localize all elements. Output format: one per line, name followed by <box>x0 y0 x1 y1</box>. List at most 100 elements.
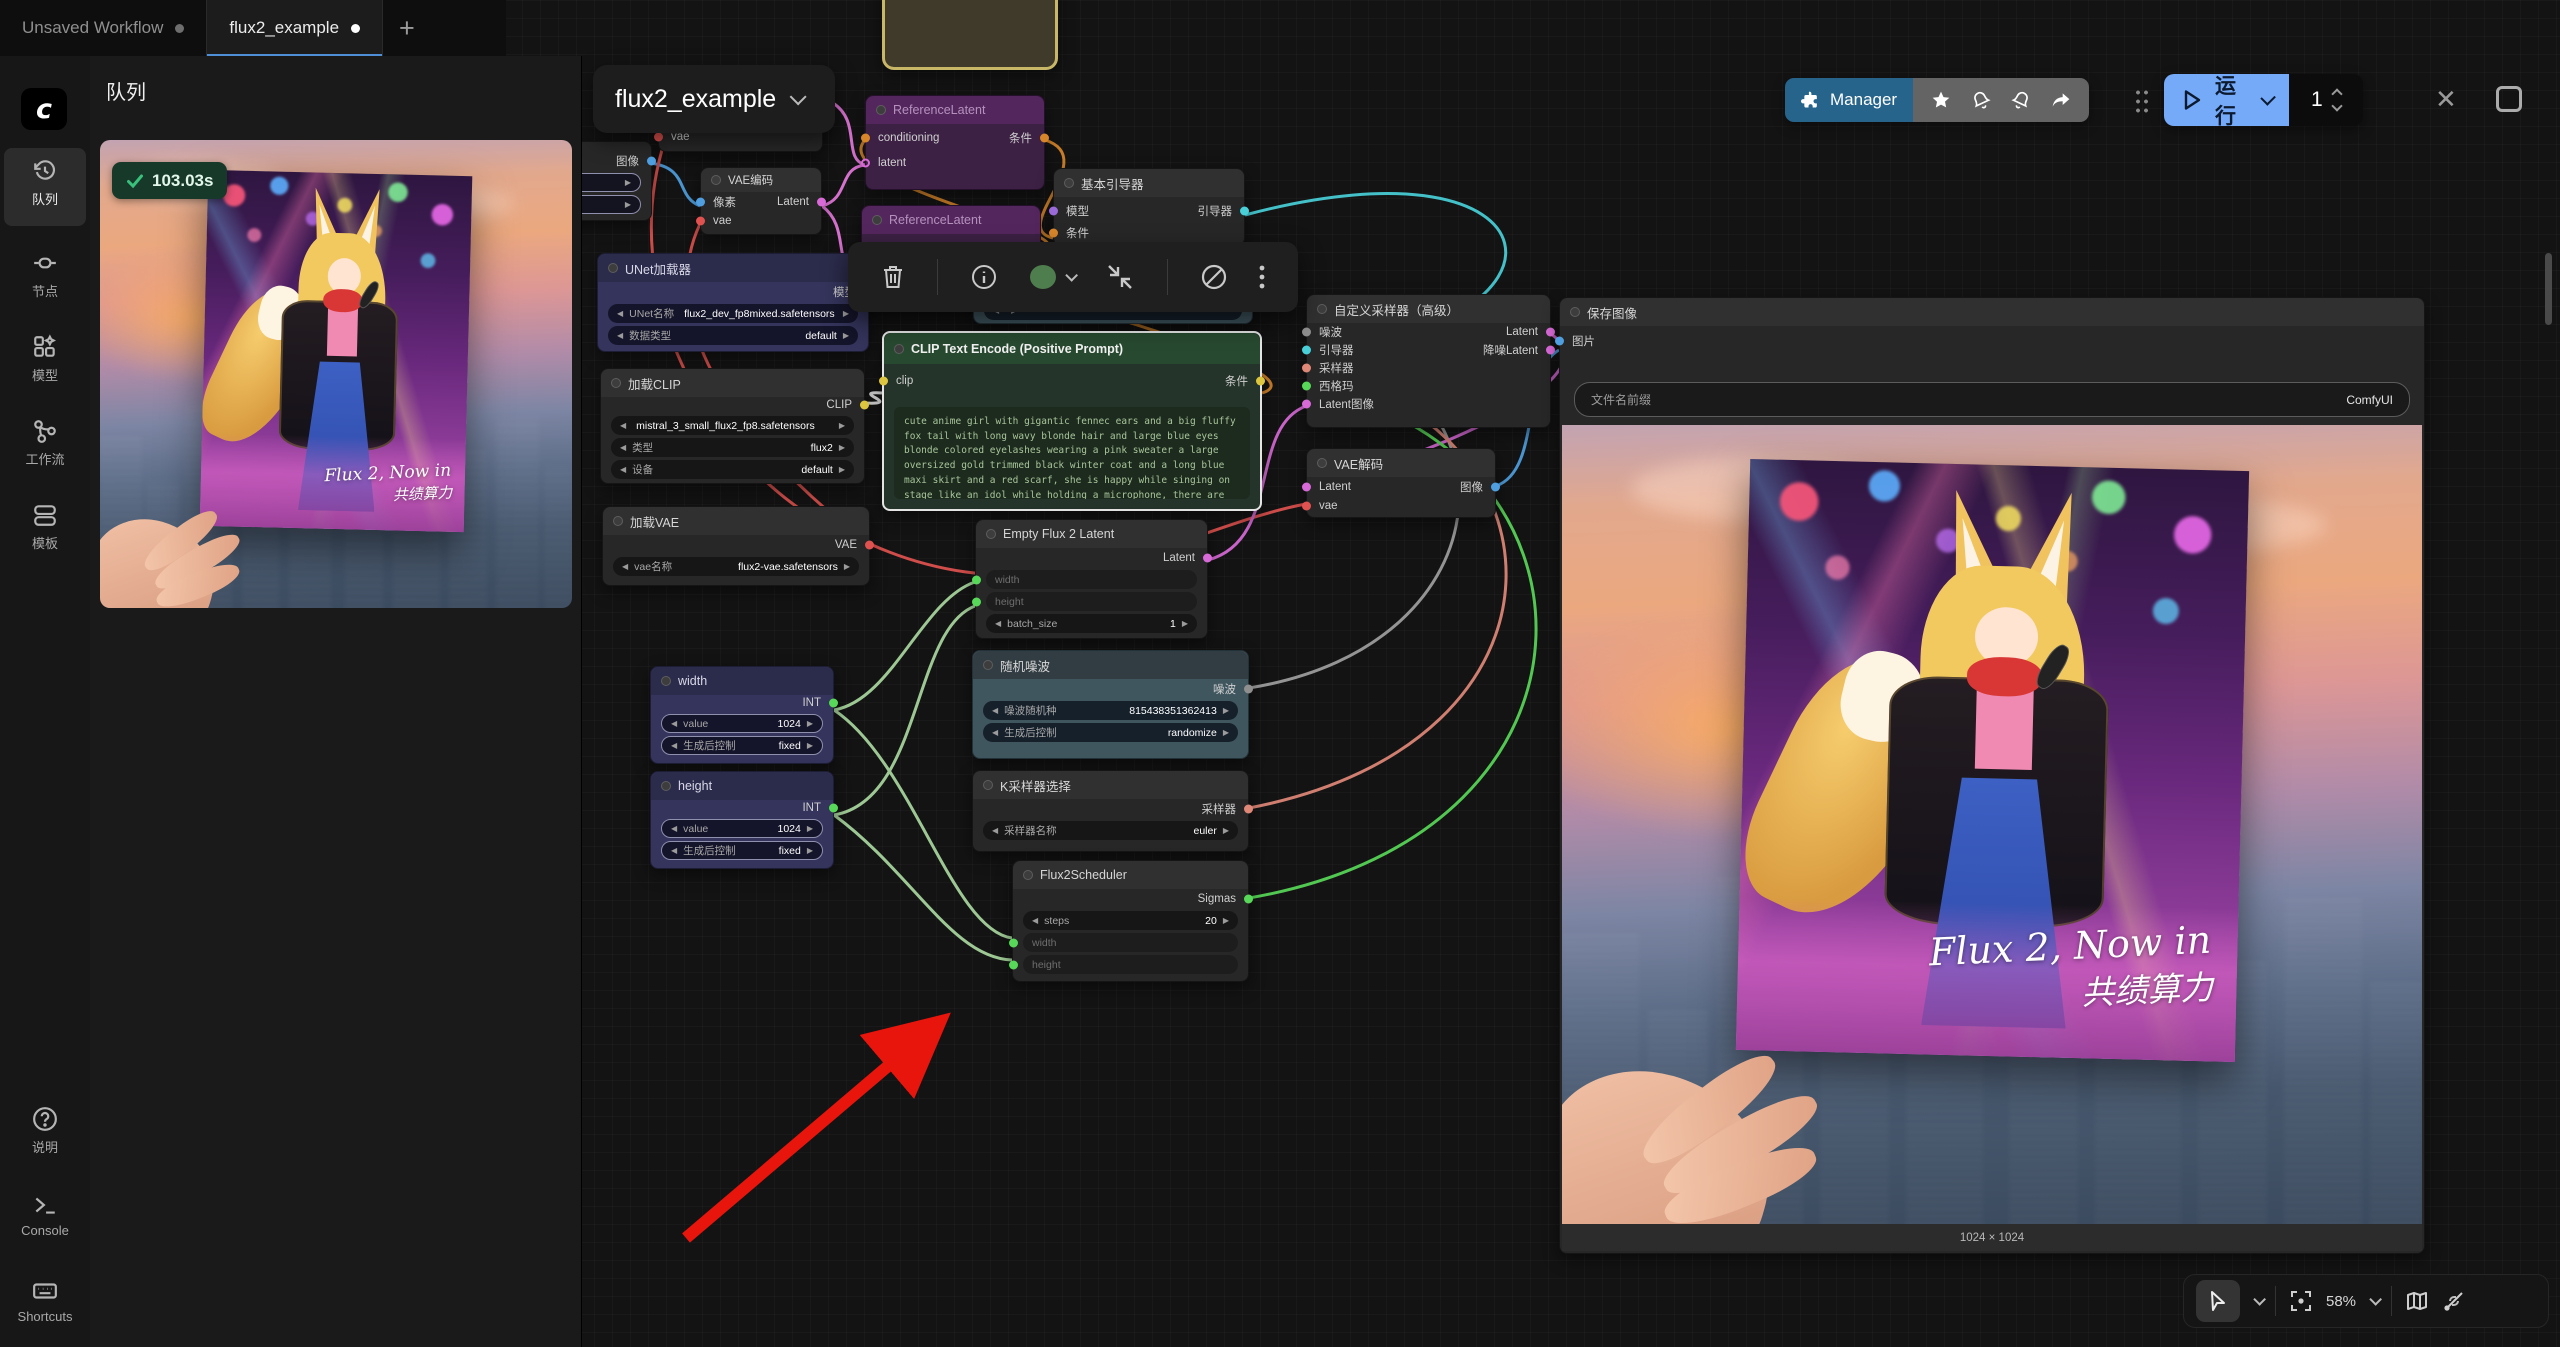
widget-prev-icon[interactable] <box>671 824 677 833</box>
workflow-name-dropdown[interactable]: flux2_example <box>593 65 835 133</box>
port-cond-in[interactable] <box>1049 228 1058 237</box>
node-height[interactable]: height INT value 1024 生成后控制 fixed <box>650 771 834 869</box>
port-latent-out[interactable] <box>1203 553 1212 562</box>
new-tab-button[interactable]: + <box>383 0 431 56</box>
drag-handle-icon[interactable] <box>2134 88 2150 114</box>
widget-filename-prefix[interactable]: 文件名前缀 ComfyUI <box>1574 382 2410 417</box>
port-clip-in[interactable] <box>879 377 888 386</box>
widget-sampler-name[interactable]: 采样器名称 euler <box>983 821 1238 840</box>
sidebar-item-models[interactable]: 模型 <box>4 324 86 398</box>
node-ksampler-select[interactable]: K采样器选择 采样器 采样器名称 euler <box>972 770 1249 852</box>
widget-unet-name[interactable]: UNet名称 flux2_dev_fp8mixed.safetensors <box>608 304 858 323</box>
port-height-in[interactable] <box>1009 960 1018 969</box>
minimap-icon[interactable] <box>2405 1289 2429 1313</box>
port-cond-out[interactable] <box>1256 377 1265 386</box>
widget-prev-icon[interactable] <box>617 331 623 340</box>
widget-clip-type[interactable]: 类型 flux2 <box>611 438 854 457</box>
widget-control[interactable]: 生成后控制 fixed <box>661 736 823 755</box>
sidebar-item-console[interactable]: Console <box>4 1182 86 1256</box>
sidebar-item-nodes[interactable]: 节点 <box>4 240 86 314</box>
delete-node-button[interactable] <box>881 264 905 290</box>
node-vae-loader[interactable]: 加载VAE VAE vae名称 flux2-vae.safetensors <box>602 506 870 586</box>
widget-next-icon[interactable] <box>625 178 631 187</box>
widget-steps[interactable]: steps 20 <box>1023 911 1238 930</box>
widget-prev-icon[interactable] <box>617 309 623 318</box>
port-pixels-in[interactable] <box>696 197 705 206</box>
sidebar-item-shortcuts[interactable]: Shortcuts <box>4 1268 86 1342</box>
widget-prev-icon[interactable] <box>622 562 628 571</box>
cursor-tool-button[interactable] <box>2196 1280 2240 1322</box>
port-sampler-in[interactable] <box>1302 364 1311 373</box>
widget-next-icon[interactable] <box>625 200 631 209</box>
node-random-noise[interactable]: 随机噪波 噪波 噪波随机种 815438351362413 生成后控制 rand… <box>972 650 1249 759</box>
widget-next-icon[interactable] <box>807 741 813 750</box>
more-options-button[interactable] <box>1259 264 1265 290</box>
widget-prev-icon[interactable] <box>671 741 677 750</box>
stepper-arrows-icon[interactable] <box>2333 90 2341 110</box>
queue-result-thumbnail[interactable]: Flux 2, Now in 共绩算力 103.03s <box>100 140 572 608</box>
widget-next-icon[interactable] <box>843 309 849 318</box>
chevron-down-icon[interactable] <box>2253 1293 2266 1306</box>
stop-icon[interactable] <box>2496 86 2522 112</box>
widget-dtype[interactable]: 数据类型 default <box>608 326 858 345</box>
node-empty-latent[interactable]: Empty Flux 2 Latent Latent width height … <box>975 519 1208 639</box>
port-image-out[interactable] <box>1491 482 1500 491</box>
close-icon[interactable]: ✕ <box>2435 84 2457 115</box>
widget-prev-icon[interactable] <box>992 826 998 835</box>
chevron-down-icon[interactable] <box>2369 1293 2382 1306</box>
sidebar-item-help[interactable]: 说明 <box>4 1096 86 1170</box>
port-model-in[interactable] <box>1049 206 1058 215</box>
port-image-out[interactable] <box>647 156 656 165</box>
node-reference-latent-1[interactable]: ReferenceLatent conditioning 条件 latent <box>865 95 1045 190</box>
bypass-node-button[interactable] <box>1201 264 1227 290</box>
widget-prev-icon[interactable] <box>620 443 626 452</box>
prompt-textarea[interactable]: cute anime girl with gigantic fennec ear… <box>894 407 1250 499</box>
input-height[interactable]: height <box>1023 955 1238 974</box>
node-width[interactable]: width INT value 1024 生成后控制 fixed <box>650 666 834 764</box>
port-sigmas-out[interactable] <box>1244 894 1253 903</box>
links-toggle-icon[interactable] <box>2442 1289 2466 1313</box>
sidebar-item-workflows[interactable]: 工作流 <box>4 408 86 482</box>
node-vae-decode[interactable]: VAE解码 Latent 图像 vae <box>1306 448 1496 518</box>
widget-noise-seed[interactable]: 噪波随机种 815438351362413 <box>983 701 1238 720</box>
port-sigmas-in[interactable] <box>1302 382 1311 391</box>
widget-next-icon[interactable] <box>843 331 849 340</box>
bell-icon[interactable] <box>1971 90 1991 110</box>
sidebar-item-queue[interactable]: 队列 <box>4 148 86 226</box>
node-unet-loader[interactable]: UNet加载器 模型 UNet名称 flux2_dev_fp8mixed.saf… <box>597 253 869 352</box>
widget-next-icon[interactable] <box>1223 706 1229 715</box>
widget-prev-icon[interactable] <box>1032 916 1038 925</box>
input-height[interactable]: height <box>986 592 1197 611</box>
star-icon[interactable] <box>1931 90 1951 110</box>
widget-next-icon[interactable] <box>1223 728 1229 737</box>
input-width[interactable]: width <box>986 570 1197 589</box>
port-latent-out[interactable] <box>817 197 826 206</box>
collapse-node-button[interactable] <box>1106 263 1134 291</box>
scrollbar-handle[interactable] <box>2545 253 2552 325</box>
node-color-picker[interactable] <box>1030 265 1074 289</box>
widget-next-icon[interactable] <box>1182 619 1188 628</box>
widget-next-icon[interactable] <box>1223 826 1229 835</box>
port-width-in[interactable] <box>972 575 981 584</box>
widget-next-icon[interactable] <box>807 824 813 833</box>
port-latent-in[interactable] <box>1302 482 1311 491</box>
port-noise-in[interactable] <box>1302 328 1311 337</box>
node-save-image[interactable]: 保存图像 图片 文件名前缀 ComfyUI <box>1559 297 2425 1254</box>
port-clip-out[interactable] <box>860 401 869 410</box>
port-denoised-latent-out[interactable] <box>1546 346 1555 355</box>
input-width[interactable]: width <box>1023 933 1238 952</box>
port-cond-out[interactable] <box>1040 133 1049 142</box>
widget-value[interactable]: value 1024 <box>661 714 823 733</box>
fit-view-icon[interactable] <box>2289 1289 2313 1313</box>
widget-control-after-gen[interactable]: 生成后控制 randomize <box>983 723 1238 742</box>
node-vae-encode[interactable]: VAE编码 像素 Latent vae <box>700 167 822 235</box>
widget-prev-icon[interactable] <box>620 421 626 430</box>
widget-next-icon[interactable] <box>807 719 813 728</box>
node-custom-sampler-advanced[interactable]: 自定义采样器（高级） 噪波 Latent 引导器 降噪Latent 采样器 西格… <box>1306 294 1551 428</box>
widget-next-icon[interactable] <box>839 443 845 452</box>
port-latent-out[interactable] <box>1546 328 1555 337</box>
node-partial-top[interactable] <box>882 0 1058 70</box>
tab-flux2-example[interactable]: flux2_example <box>206 0 383 56</box>
widget-clip-name[interactable]: mistral_3_small_flux2_fp8.safetensors <box>611 416 854 435</box>
info-icon[interactable] <box>971 264 997 290</box>
